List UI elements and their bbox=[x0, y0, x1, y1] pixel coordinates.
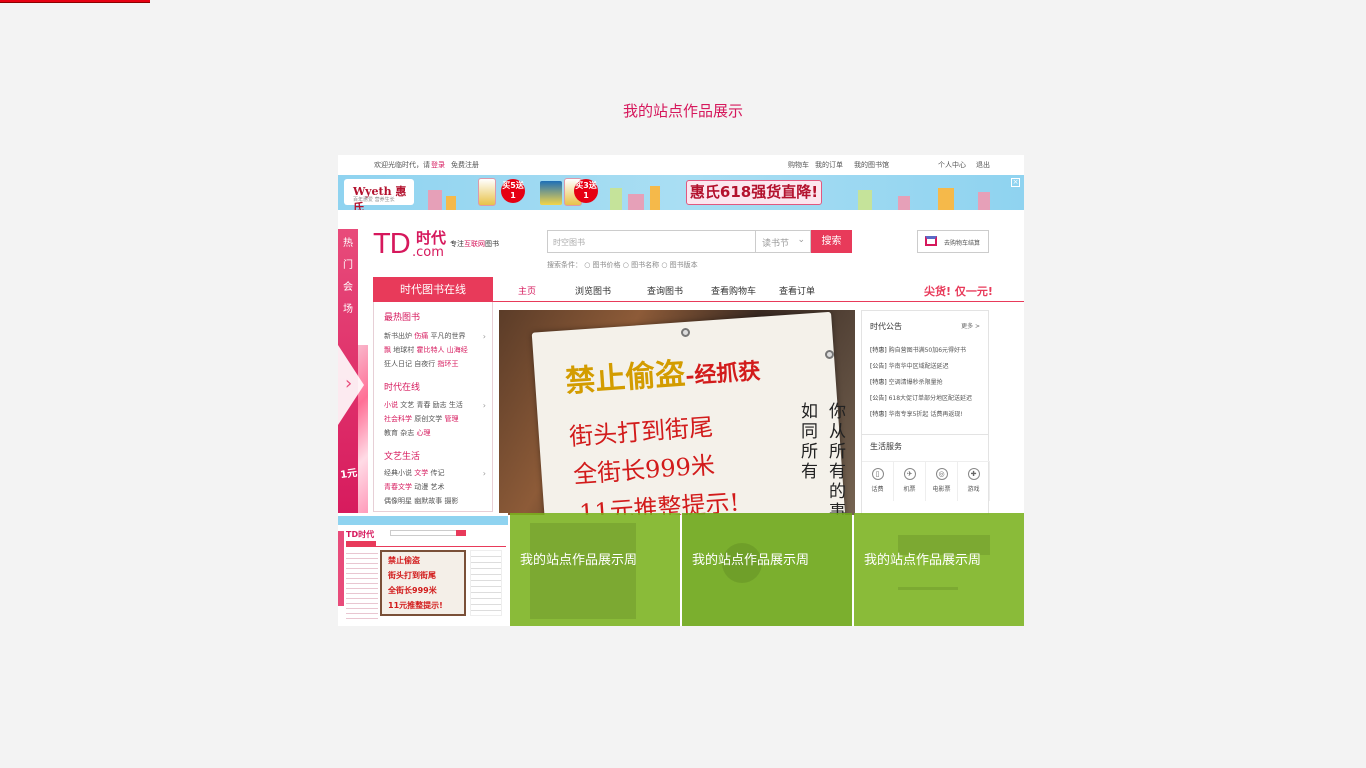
nav-browse[interactable]: 浏览图书 bbox=[575, 284, 611, 297]
login-link[interactable]: 登录 bbox=[431, 160, 445, 170]
announcement-item[interactable]: [公告] 华南华中区域配送延迟 bbox=[870, 361, 949, 370]
search-button[interactable]: 搜索 bbox=[811, 230, 852, 253]
category-nav-title[interactable]: 时代图书在线 bbox=[373, 277, 493, 302]
category-panel: 最热图书 新书出炉 伤痛 平凡的世界 › 飘 地球村 霍比特人 山海经 狂人日记… bbox=[373, 302, 493, 512]
category-row[interactable]: 飘 地球村 霍比特人 山海经 bbox=[384, 345, 468, 355]
category-heading: 文艺生活 bbox=[384, 452, 421, 462]
welcome-text: 欢迎光临时代，请 bbox=[374, 161, 430, 169]
nav-cart[interactable]: 查看购物车 bbox=[711, 284, 756, 297]
thumbnail-3[interactable]: 我的站点作品展示周 bbox=[682, 513, 852, 626]
announcement-item[interactable]: [特惠] 购自营图书满50加6元得好书 bbox=[870, 345, 966, 354]
chevron-right-icon[interactable]: › bbox=[345, 373, 352, 394]
search-input[interactable]: 时空图书 bbox=[547, 230, 756, 253]
cart-link[interactable]: 购物车 bbox=[788, 160, 809, 170]
side-badge: 1元 bbox=[339, 467, 358, 482]
cart-icon bbox=[925, 236, 937, 246]
checkout-cart-button[interactable]: 去购物车结算 bbox=[917, 230, 989, 253]
film-icon: ◎ bbox=[935, 468, 948, 480]
category-row[interactable]: 社会科学 原创文学 管理 bbox=[384, 414, 458, 424]
showcase-stage[interactable]: 欢迎光临时代，请 登录 免费注册 购物车 我的订单 我的图书馆 个人中心 退出 … bbox=[338, 155, 1024, 626]
service-phone[interactable]: ▯ 话费 bbox=[862, 461, 894, 501]
site-logo-com: .com bbox=[412, 245, 444, 260]
register-link[interactable]: 免费注册 bbox=[451, 160, 479, 170]
life-services-title: 生活服务 bbox=[870, 442, 902, 451]
thumbnail-label: 我的站点作品展示周 bbox=[864, 553, 982, 568]
pin-icon bbox=[681, 328, 690, 337]
nav-orders[interactable]: 查看订单 bbox=[779, 284, 815, 297]
chevron-down-icon: ⌄ bbox=[797, 235, 805, 245]
logout-link[interactable]: 退出 bbox=[976, 160, 990, 170]
thumbnail-2[interactable]: 我的站点作品展示周 bbox=[510, 513, 680, 626]
plane-icon: ✈ bbox=[903, 468, 916, 480]
mini-logo: TD时代 bbox=[346, 530, 375, 539]
product-box-image bbox=[540, 181, 562, 205]
category-row[interactable]: 教育 杂志 心理 bbox=[384, 428, 430, 438]
hot-deal-link[interactable]: 尖货! 仅一元! bbox=[924, 283, 993, 299]
mini-photo: 禁止偷盗 街头打到街尾 全街长999米 11元推整提示! bbox=[380, 550, 466, 616]
service-game[interactable]: ✚ 游戏 bbox=[958, 461, 990, 501]
search-options[interactable]: 搜索条件： ○ 图书价格 ○ 图书名称 ○ 图书版本 bbox=[547, 260, 698, 270]
thumbnail-label: 我的站点作品展示周 bbox=[520, 553, 638, 568]
gamepad-icon: ✚ bbox=[967, 468, 980, 480]
orders-link[interactable]: 我的订单 bbox=[815, 160, 843, 170]
category-row[interactable]: 狂人日记 自夜行 指环王 bbox=[384, 359, 458, 369]
buy3-badge: 买3送1 bbox=[574, 179, 598, 203]
site-topbar: 欢迎光临时代，请 登录 免费注册 购物车 我的订单 我的图书馆 个人中心 退出 bbox=[338, 155, 1024, 175]
more-link[interactable]: 更多 > bbox=[961, 321, 980, 330]
brand-sub: 百年惠爱 营养生长 bbox=[353, 197, 395, 203]
announcement-item[interactable]: [特惠] 华南专享5折起 话费再返现! bbox=[870, 409, 963, 418]
category-row[interactable]: 偶像明星 幽默故事 摄影 bbox=[384, 496, 458, 506]
user-center-link[interactable]: 个人中心 bbox=[938, 160, 966, 170]
category-row[interactable]: 新书出炉 伤痛 平凡的世界 bbox=[384, 331, 465, 341]
nav-divider bbox=[493, 301, 1024, 302]
chevron-right-icon: › bbox=[482, 332, 486, 341]
sign-vertical2: 你从所有的事物 bbox=[829, 402, 846, 515]
life-services-panel: 生活服务 ▯ 话费 ✈ 机票 ◎ 电影票 ✚ 游戏 bbox=[861, 435, 990, 515]
pin-icon bbox=[825, 350, 834, 359]
search-category-select[interactable]: 读书节 ⌄ bbox=[755, 230, 811, 253]
nav-home[interactable]: 主页 bbox=[518, 284, 536, 297]
category-row[interactable]: 经典小说 文学 传记 bbox=[384, 468, 444, 478]
category-row[interactable]: 小说 文艺 青春 励志 生活 bbox=[384, 400, 463, 410]
category-heading: 最热图书 bbox=[384, 313, 421, 323]
buy5-badge: 买5送1 bbox=[501, 179, 525, 203]
announcement-item[interactable]: [特惠] 空调清爆秒杀限量抢 bbox=[870, 377, 943, 386]
booklist-link[interactable]: 我的图书馆 bbox=[854, 160, 889, 170]
phone-icon: ▯ bbox=[871, 468, 884, 480]
site-logo-td[interactable]: TD bbox=[373, 228, 411, 261]
sign-vertical1: 如同所有 bbox=[801, 402, 818, 482]
thumbnail-4[interactable]: 我的站点作品展示周 bbox=[854, 513, 1024, 626]
announcement-item[interactable]: [公告] 618大促订单部分地区配送延迟 bbox=[870, 393, 972, 402]
close-icon[interactable]: × bbox=[1011, 178, 1020, 187]
product-can-image bbox=[478, 178, 496, 206]
announcement-title: 时代公告 bbox=[870, 322, 902, 331]
promo-headline: 惠氏618强货直降! bbox=[686, 180, 822, 205]
category-heading: 时代在线 bbox=[384, 383, 421, 393]
thumbnail-1[interactable]: TD时代 禁止偷盗 街头打到街尾 全街长999米 11元推整提示! bbox=[338, 513, 508, 626]
brand-logo: Wyeth 惠氏 百年惠爱 营养生长 bbox=[344, 179, 414, 210]
category-row[interactable]: 青春文学 动漫 艺术 bbox=[384, 482, 444, 492]
service-plane[interactable]: ✈ 机票 bbox=[894, 461, 926, 501]
site-tagline: 专注互联网图书 bbox=[450, 240, 499, 248]
announcement-panel: 时代公告 更多 > [特惠] 购自营图书满50加6元得好书 [公告] 华南华中区… bbox=[861, 310, 989, 435]
hero-photo[interactable]: 禁止偷盗-经抓获 街头打到街尾 全街长999米 11元推整提示! 如同所有 你从… bbox=[499, 310, 855, 515]
thumbnail-label: 我的站点作品展示周 bbox=[692, 553, 810, 568]
chevron-right-icon: › bbox=[482, 469, 486, 478]
service-film[interactable]: ◎ 电影票 bbox=[926, 461, 958, 501]
nav-search[interactable]: 查询图书 bbox=[647, 284, 683, 297]
top-progress-bar bbox=[0, 0, 150, 3]
page-title: 我的站点作品展示 bbox=[622, 102, 743, 120]
chevron-right-icon: › bbox=[482, 401, 486, 410]
ad-banner[interactable]: Wyeth 惠氏 百年惠爱 营养生长 买5送1 买3送1 惠氏618强货直降! … bbox=[338, 175, 1024, 210]
